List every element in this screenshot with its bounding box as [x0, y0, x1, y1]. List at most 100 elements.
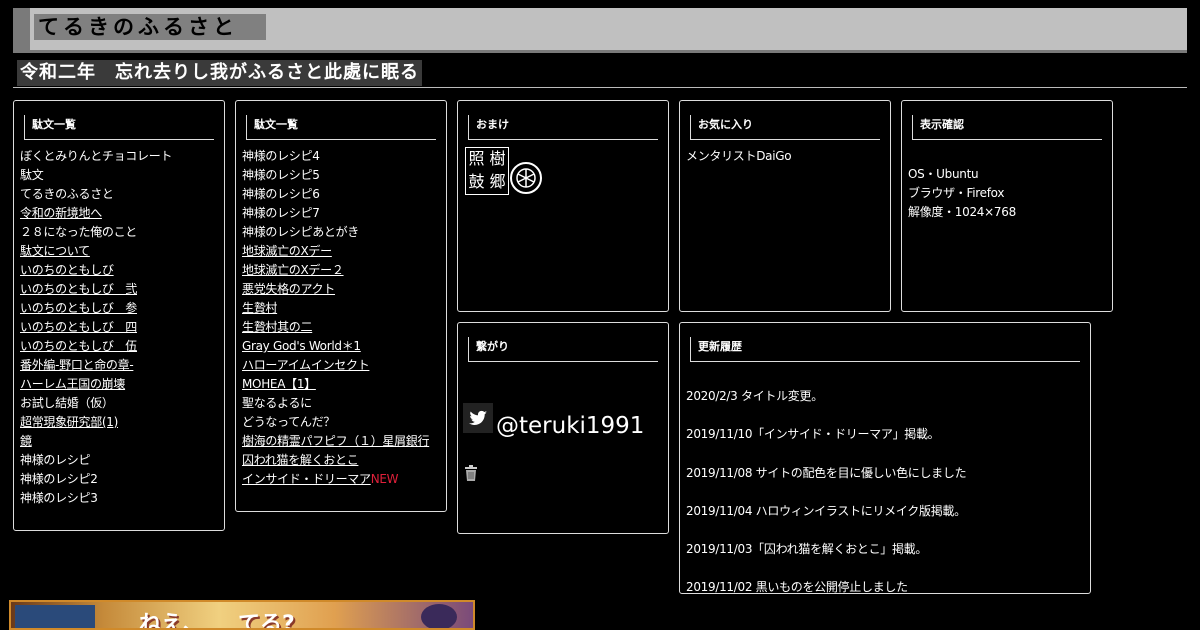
list-item: どうなってんだ？: [242, 413, 429, 432]
works-list-heading-1: 駄文一覧: [24, 115, 214, 140]
list-item[interactable]: 生贄村其の二: [242, 318, 429, 337]
list-item: ぼくとみりんとチョコレート: [20, 147, 172, 166]
work-title: 神様のレシピ: [20, 453, 91, 467]
work-title: 神様のレシピ2: [20, 472, 98, 486]
work-link[interactable]: Gray God's World＊1: [242, 339, 361, 353]
list-item: 聖なるよるに: [242, 394, 429, 413]
list-item[interactable]: MOHEA【1】: [242, 375, 429, 394]
favorites-box: お気に入り メンタリストDaiGo: [679, 100, 891, 312]
list-item[interactable]: いのちのともしび 弐: [20, 280, 172, 299]
omake-box: おまけ 照 樹 鼓 郷: [457, 100, 669, 312]
list-item[interactable]: 令和の新境地へ: [20, 204, 172, 223]
banner-inset-image: [15, 605, 95, 628]
history-entry: 2019/11/02 黒いものを公開停止しました: [686, 580, 908, 595]
list-item: 神様のレシピあとがき: [242, 223, 429, 242]
trash-icon[interactable]: [464, 465, 478, 485]
work-link[interactable]: いのちのともしび: [20, 263, 114, 277]
list-item: 神様のレシピ5: [242, 166, 429, 185]
list-item: 神様のレシピ2: [20, 470, 172, 489]
works-list-box-2: 駄文一覧 神様のレシピ4 神様のレシピ5 神様のレシピ6 神様のレシピ7 神様のレシピあ…: [235, 100, 447, 512]
list-item[interactable]: 駄文について: [20, 242, 172, 261]
work-link[interactable]: いのちのともしび 伍: [20, 339, 137, 353]
work-link[interactable]: 番外編-野口と命の章-: [20, 358, 134, 372]
omake-heading: おまけ: [468, 115, 658, 140]
banner-text: ねえ、 てる?: [139, 612, 295, 630]
work-link[interactable]: ハローアイムインセクト: [242, 358, 370, 372]
list-item[interactable]: いのちのともしび 参: [20, 299, 172, 318]
list-item[interactable]: 地球滅亡のXデー: [242, 242, 429, 261]
twitter-bird-icon[interactable]: [463, 403, 493, 433]
update-history-box: 更新履歴 2020/2/3 タイトル変更。 2019/11/10「インサイド・ドリ…: [679, 322, 1091, 594]
work-title: てるきのふるさと: [20, 187, 114, 201]
work-link[interactable]: 悪党失格のアクト: [242, 282, 335, 296]
favorite-link[interactable]: メンタリストDaiGo: [686, 147, 792, 166]
work-link[interactable]: MOHEA【1】: [242, 377, 316, 391]
works-list-2: 神様のレシピ4 神様のレシピ5 神様のレシピ6 神様のレシピ7 神様のレシピあとがき 地球…: [242, 147, 430, 489]
list-item[interactable]: 番外編-野口と命の章-: [20, 356, 172, 375]
work-link[interactable]: 令和の新境地へ: [20, 206, 102, 220]
work-link[interactable]: ハーレム王国の崩壊: [20, 377, 125, 391]
update-history-heading: 更新履歴: [690, 337, 1080, 362]
work-link[interactable]: 鏡: [20, 434, 32, 448]
display-check-heading: 表示確認: [912, 115, 1102, 140]
list-item[interactable]: ハローアイムインセクト: [242, 356, 429, 375]
work-link[interactable]: 囚われ猫を解くおとこ: [242, 453, 359, 467]
list-item[interactable]: 超常現象研究部(1): [20, 413, 172, 432]
connect-box: 繋がり @teruki1991: [457, 322, 669, 534]
history-entry: 2019/11/08 サイトの配色を目に優しい色にしました: [686, 465, 967, 480]
list-item[interactable]: 鏡: [20, 432, 172, 451]
list-item[interactable]: 囚われ猫を解くおとこ: [242, 451, 429, 470]
list-item[interactable]: 悪党失格のアクト: [242, 280, 429, 299]
list-item[interactable]: Gray God's World＊1: [242, 337, 429, 356]
list-item[interactable]: いのちのともしび: [20, 261, 172, 280]
work-link[interactable]: いのちのともしび 弐: [20, 282, 137, 296]
work-link[interactable]: インサイド・ドリーマア: [242, 472, 371, 486]
twitter-handle-link[interactable]: @teruki1991: [496, 413, 644, 439]
history-entry: 2019/11/03「囚われ猫を解くおとこ」掲載。: [686, 542, 928, 557]
header-shadow: [13, 8, 30, 50]
work-link[interactable]: 生贄村: [242, 301, 277, 315]
work-link[interactable]: 駄文について: [20, 244, 90, 258]
history-entry: 2019/11/04 ハロウィンイラストにリメイク版掲載。: [686, 503, 966, 518]
work-title: ２８になった俺のこと: [20, 225, 138, 239]
family-crest-icon[interactable]: [510, 162, 542, 194]
list-item[interactable]: インサイド・ドリーマアNEW: [242, 470, 429, 489]
seal-stamp-icon[interactable]: 照 樹 鼓 郷: [465, 147, 509, 195]
favorites-heading: お気に入り: [690, 115, 880, 140]
list-item: ２８になった俺のこと: [20, 223, 172, 242]
work-link[interactable]: 生贄村其の二: [242, 320, 313, 334]
work-link[interactable]: いのちのともしび 四: [20, 320, 137, 334]
list-item: 駄文: [20, 166, 172, 185]
display-check-box: 表示確認 OS・Ubuntu ブラウザ・Firefox 解像度・1024×768: [901, 100, 1113, 312]
works-list-box-1: 駄文一覧 ぼくとみりんとチョコレート 駄文てるきのふるさと 令和の新境地へ ２８になっ…: [13, 100, 225, 531]
works-list-1: ぼくとみりんとチョコレート 駄文てるきのふるさと 令和の新境地へ ２８になった俺のこと…: [20, 147, 172, 508]
list-item[interactable]: いのちのともしび 伍: [20, 337, 172, 356]
work-title: 神様のレシピ5: [242, 168, 320, 182]
history-entry: 2020/2/3 タイトル変更。: [686, 389, 823, 403]
new-badge: NEW: [370, 472, 399, 486]
list-item[interactable]: 生贄村: [242, 299, 429, 318]
list-item: 神様のレシピ7: [242, 204, 429, 223]
work-title: 神様のレシピ7: [242, 206, 320, 220]
subtitle-divider: [13, 87, 1187, 88]
work-link[interactable]: 樹海の精霊パフピフ（１）星屑銀行: [242, 434, 430, 448]
work-link[interactable]: 超常現象研究部(1): [20, 415, 118, 429]
work-link[interactable]: いのちのともしび 参: [20, 301, 137, 315]
list-item: 神様のレシピ3: [20, 489, 172, 508]
list-item[interactable]: いのちのともしび 四: [20, 318, 172, 337]
display-os: OS・Ubuntu: [908, 167, 979, 181]
history-entry: 2019/11/10「インサイド・ドリーマア」掲載。: [686, 427, 940, 442]
work-link[interactable]: 地球滅亡のXデー: [242, 244, 332, 258]
work-link[interactable]: 地球滅亡のXデー２: [242, 263, 344, 277]
list-item[interactable]: 樹海の精霊パフピフ（１）星屑銀行: [242, 432, 430, 451]
list-item[interactable]: 地球滅亡のXデー２: [242, 261, 429, 280]
list-item[interactable]: ハーレム王国の崩壊: [20, 375, 172, 394]
work-title: どうなってんだ？: [242, 415, 336, 429]
work-title: 神様のレシピ3: [20, 491, 98, 505]
site-title[interactable]: てるきのふるさと: [34, 14, 266, 40]
promo-banner[interactable]: ねえ、 てる?: [9, 600, 475, 630]
update-history-list: 2020/2/3 タイトル変更。 2019/11/10「インサイド・ドリーマア」掲…: [686, 383, 967, 613]
list-item: お試し結婚（仮）: [20, 394, 172, 413]
seal-char: 鼓: [468, 172, 485, 191]
seal-char: 樹: [489, 149, 506, 168]
